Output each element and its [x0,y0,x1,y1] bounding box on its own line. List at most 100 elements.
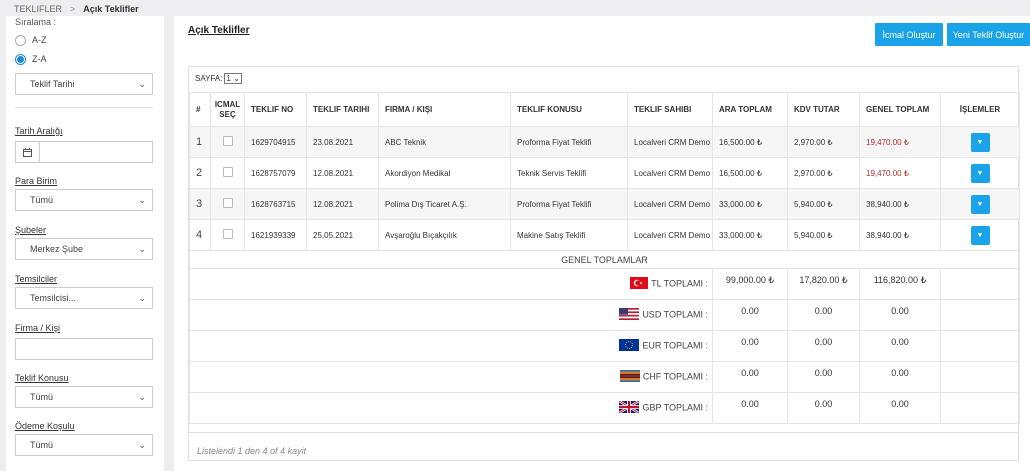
chevron-down-icon: ⌄ [138,391,146,402]
totals-empty-cell [940,330,1020,362]
breadcrumb-separator: > [70,4,76,14]
table-row[interactable]: 3 1628763715 12.08.2021 Polima Dış Ticar… [189,188,1020,220]
offer-total: 38,940.00 ₺ [859,219,941,251]
offer-no: 1621939339 [244,219,307,251]
row-index: 2 [189,157,211,189]
offer-owner: Localveri CRM Demo [627,157,713,189]
subject-select[interactable]: Tümü ⌄ [15,386,153,408]
col-header[interactable]: KDV TUTAR [787,92,860,127]
offer-date: 12.08.2021 [306,188,379,220]
col-header[interactable]: TEKLIF NO [244,92,307,127]
breadcrumb-root[interactable]: TEKLIFLER [14,4,62,14]
totals-label-cell: USD TOPLAMI : [189,299,713,331]
actions-dropdown-button[interactable]: ▼ [970,132,990,152]
sort-field-select[interactable]: Teklif Tarihi ⌄ [15,73,153,95]
totals-row-tl: TL TOPLAMI : 99,000.00 ₺ 17,820.00 ₺ 116… [189,268,1020,300]
totals-subtotal: 99,000.00 ₺ [712,268,788,300]
summary-checkbox-cell [210,157,245,189]
totals-subtotal: 0.00 [712,361,788,393]
sort-option-za[interactable]: Z-A [15,51,164,67]
representatives-select[interactable]: Temsilcisi... ⌄ [15,287,153,309]
totals-vat: 0.00 [787,299,860,331]
currency-select[interactable]: Tümü ⌄ [15,189,153,211]
offer-firm[interactable]: Avşaroğlu Bıçakçılık [378,219,511,251]
totals-label: GBP TOPLAMI : [642,402,708,413]
radio-za[interactable] [15,53,26,65]
col-header[interactable]: TEKLIF TARIHI [306,92,379,127]
swiss-flag-icon [619,370,640,384]
actions-dropdown-button[interactable]: ▼ [970,225,990,245]
row-index: 3 [189,188,211,220]
offer-firm[interactable]: Akordiyon Medikal [378,157,511,189]
totals-total: 0.00 [859,299,941,331]
representatives-label: Temsilciler [15,274,58,284]
main-panel: Açık Teklifler İcmal Oluştur Yeni Teklif… [174,16,1030,471]
page-title: Açık Teklifler [188,25,250,36]
caret-down-icon: ▼ [976,231,984,239]
offer-date: 23.08.2021 [306,126,379,158]
actions-dropdown-button[interactable]: ▼ [970,194,990,214]
totals-empty-cell [940,361,1020,393]
chevron-down-icon: ⌄ [138,439,146,450]
totals-total: 116,820.00 ₺ [859,268,941,300]
col-header[interactable]: FIRMA / KIŞI [378,92,511,127]
table-row[interactable]: 4 1621939339 25.05.2021 Avşaroğlu Bıçakç… [189,219,1020,251]
table-row[interactable]: 2 1628757079 12.08.2021 Akordiyon Medika… [189,157,1020,189]
payment-value: Tümü [30,440,54,450]
col-header[interactable]: TEKLIF KONUSU [510,92,628,127]
page-select[interactable]: 1 ⌄ [224,73,242,84]
new-offer-button[interactable]: Yeni Teklif Oluştur [947,23,1030,46]
offer-no: 1628763715 [244,188,307,220]
date-range-label: Tarih Aralığı [15,126,63,136]
eu-flag-icon [619,339,640,353]
summary-checkbox[interactable] [222,229,233,239]
summary-checkbox[interactable] [222,167,233,177]
offer-subtotal: 33,000.00 ₺ [712,188,788,220]
totals-row-usd: USD TOPLAMI : 0.00 0.00 0.00 [189,299,1020,331]
create-summary-button[interactable]: İcmal Oluştur [875,23,943,46]
col-header[interactable]: TEKLIF SAHIBI [627,92,713,127]
sort-option-az[interactable]: A-Z [15,32,164,48]
footer-divider [189,432,1018,433]
breadcrumb-current: Açık Teklifler [83,4,139,14]
caret-down-icon: ▼ [976,200,984,208]
offer-date: 25.05.2021 [306,219,379,251]
totals-label: USD TOPLAMI : [642,309,708,320]
filter-sidebar: Sıralama : A-Z Z-A Teklif Tarihi ⌄ Tarih… [6,16,164,471]
summary-checkbox[interactable] [222,136,233,146]
table-header-row: # ICMAL SEÇ TEKLIF NO TEKLIF TARIHI FIRM… [189,92,1020,127]
date-range-input[interactable] [15,141,153,163]
col-header[interactable]: ARA TOPLAM [712,92,788,127]
totals-row-eur: EUR TOPLAMI : 0.00 0.00 0.00 [189,330,1020,362]
offer-vat: 2,970.00 ₺ [787,157,860,189]
radio-az[interactable] [15,34,26,46]
actions-dropdown-button[interactable]: ▼ [970,163,990,183]
totals-vat: 17,820.00 ₺ [787,268,860,300]
offer-owner: Localveri CRM Demo [627,219,713,251]
table-row[interactable]: 1 1629704915 23.08.2021 ABC Teknik Profo… [189,126,1020,158]
col-header[interactable]: GENEL TOPLAM [859,92,941,127]
payment-label: Ödeme Koşulu [15,421,75,431]
totals-label-cell: CHF TOPLAMI : [189,361,713,393]
chevron-down-icon: ⌄ [138,243,146,254]
currency-label: Para Birim [15,176,58,186]
chevron-down-icon: ⌄ [138,194,146,205]
caret-down-icon: ▼ [976,138,984,146]
payment-select[interactable]: Tümü ⌄ [15,434,153,456]
offers-grid: SAYFA: 1 ⌄ # ICMAL SEÇ TEKLIF NO TEKLIF … [188,66,1020,461]
company-label: Firma / Kişi [15,323,60,333]
totals-label-cell: EUR TOPLAMI : [189,330,713,362]
offer-firm[interactable]: Polima Dış Ticaret A.Ş. [378,188,511,220]
branches-select[interactable]: Merkez Şube ⌄ [15,238,153,260]
branches-label: Şubeler [15,225,47,235]
offer-subtotal: 16,500.00 ₺ [712,157,788,189]
calendar-icon[interactable] [16,142,40,162]
summary-checkbox[interactable] [222,198,233,208]
totals-empty-cell [940,268,1020,300]
company-input[interactable] [15,338,153,360]
summary-checkbox-cell [210,219,245,251]
offer-total: 19,470.00 ₺ [859,126,941,158]
actions-cell: ▼ [940,219,1020,251]
offer-firm[interactable]: ABC Teknik [378,126,511,158]
offer-subject: Proforma Fiyat Teklifi [510,126,628,158]
